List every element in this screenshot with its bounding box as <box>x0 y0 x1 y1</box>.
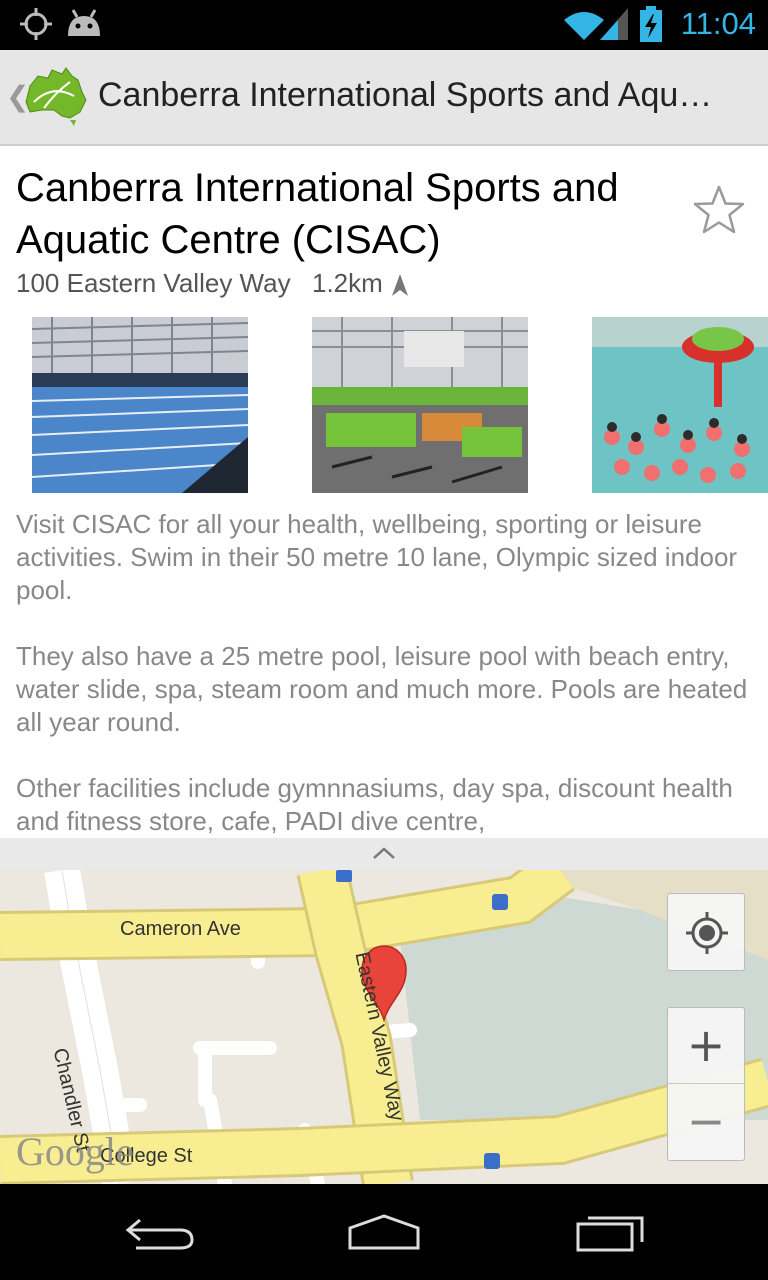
status-bar: 11:04 <box>0 0 768 50</box>
place-title: Canberra International Sports and Aquati… <box>16 166 619 262</box>
photo-gym[interactable] <box>312 317 528 493</box>
place-distance: 1.2km <box>312 268 383 298</box>
map-expand-handle[interactable] <box>0 838 768 870</box>
action-bar: ❮ Canberra International Sports and Aqu… <box>0 50 768 146</box>
description-paragraph: Other facilities include gymnnasiums, da… <box>16 773 733 836</box>
my-location-icon <box>686 912 728 954</box>
battery-icon <box>640 6 662 42</box>
australia-logo-icon[interactable] <box>22 66 90 128</box>
place-description: Visit CISAC for all your health, wellbei… <box>16 508 756 838</box>
zoom-out-button[interactable]: − <box>668 1084 744 1160</box>
home-icon[interactable] <box>346 1212 422 1252</box>
action-bar-title: Canberra International Sports and Aqu… <box>98 76 713 114</box>
my-location-button[interactable] <box>667 893 745 971</box>
google-logo: Google <box>16 1129 134 1174</box>
map-view[interactable]: Cameron Ave Chandler St Eastern Valley W… <box>0 870 768 1184</box>
description-paragraph: They also have a 25 metre pool, leisure … <box>16 641 748 737</box>
zoom-in-button[interactable]: + <box>668 1008 744 1084</box>
clock: 11:04 <box>680 6 756 41</box>
gps-icon <box>20 8 52 40</box>
place-address: 100 Eastern Valley Way <box>16 268 291 298</box>
android-icon <box>68 9 100 36</box>
photo-leisure-pool[interactable] <box>592 317 768 493</box>
recent-apps-icon[interactable] <box>574 1212 648 1252</box>
back-icon[interactable] <box>124 1212 196 1252</box>
direction-arrow-icon <box>392 274 408 296</box>
signal-icon <box>600 8 628 40</box>
photo-pool[interactable] <box>32 317 248 493</box>
favorite-star-icon[interactable] <box>692 184 746 236</box>
description-paragraph: Visit CISAC for all your health, wellbei… <box>16 509 738 605</box>
system-nav-bar <box>0 1184 768 1280</box>
place-details: Canberra International Sports and Aquati… <box>0 148 768 838</box>
chevron-up-icon <box>373 847 395 859</box>
zoom-controls: + − <box>667 1007 745 1161</box>
map-label-cameron-ave: Cameron Ave <box>120 918 241 940</box>
